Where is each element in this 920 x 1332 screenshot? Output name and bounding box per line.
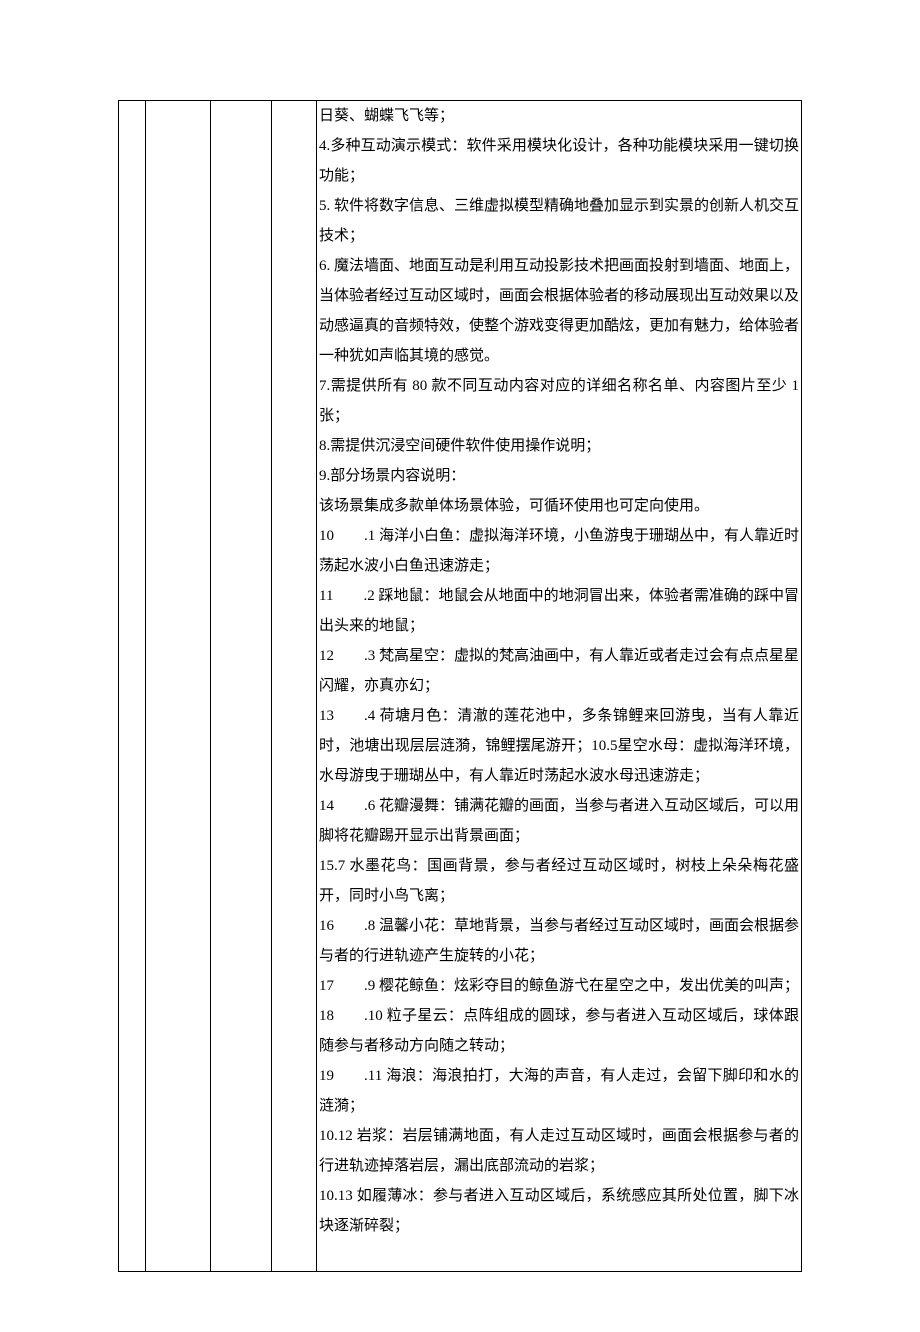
spec-line <box>319 1241 799 1271</box>
spec-line: 10.12 岩浆：岩层铺满地面，有人走过互动区域时，画面会根据参与者的行进轨迹掉… <box>319 1121 799 1181</box>
spec-line: 16 .8 温馨小花：草地背景，当参与者经过互动区域时，画面会根据参与者的行进轨… <box>319 911 799 971</box>
spec-line: 11 .2 踩地鼠：地鼠会从地面中的地洞冒出来，体验者需准确的踩中冒出头来的地鼠… <box>319 581 799 641</box>
spec-line: 日葵、蝴蝶飞飞等； <box>319 101 799 131</box>
spec-line: 该场景集成多款单体场景体验，可循环使用也可定向使用。 <box>319 491 799 521</box>
cell-name <box>146 101 211 1272</box>
table-row: 日葵、蝴蝶飞飞等； 4.多种互动演示模式：软件采用模块化设计，各种功能模块采用一… <box>119 101 802 1272</box>
spec-line: 7.需提供所有 80 款不同互动内容对应的详细名称名单、内容图片至少 1 张； <box>319 371 799 431</box>
spec-line: 12 .3 梵高星空：虚拟的梵高油画中，有人靠近或者走过会有点点星星闪耀，亦真亦… <box>319 641 799 701</box>
spec-line: 19 .11 海浪：海浪拍打，大海的声音，有人走过，会留下脚印和水的涟漪； <box>319 1061 799 1121</box>
spec-line: 4.多种互动演示模式：软件采用模块化设计，各种功能模块采用一键切换功能； <box>319 131 799 191</box>
spec-line: 17 .9 樱花鲸鱼：炫彩夺目的鲸鱼游弋在星空之中，发出优美的叫声； <box>319 971 799 1001</box>
spec-line: 5. 软件将数字信息、三维虚拟模型精确地叠加显示到实景的创新人机交互技术； <box>319 191 799 251</box>
cell-description: 日葵、蝴蝶飞飞等； 4.多种互动演示模式：软件采用模块化设计，各种功能模块采用一… <box>317 101 802 1272</box>
cell-qty <box>211 101 272 1272</box>
spec-line: 9.部分场景内容说明： <box>319 461 799 491</box>
cell-unit <box>272 101 317 1272</box>
cell-index <box>119 101 146 1272</box>
spec-line: 10 .1 海洋小白鱼：虚拟海洋环境，小鱼游曳于珊瑚丛中，有人靠近时荡起水波小白… <box>319 521 799 581</box>
spec-line: 14 .6 花瓣漫舞：铺满花瓣的画面，当参与者进入互动区域后，可以用脚将花瓣踢开… <box>319 791 799 851</box>
spec-line: 18 .10 粒子星云：点阵组成的圆球，参与者进入互动区域后，球体跟随参与者移动… <box>319 1001 799 1061</box>
spec-line: 8.需提供沉浸空间硬件软件使用操作说明； <box>319 431 799 461</box>
spec-line: 10.13 如履薄冰：参与者进入互动区域后，系统感应其所处位置，脚下冰块逐渐碎裂… <box>319 1181 799 1241</box>
spec-line: 13 .4 荷塘月色：清澈的莲花池中，多条锦鲤来回游曳，当有人靠近时，池塘出现层… <box>319 701 799 791</box>
spec-table: 日葵、蝴蝶飞飞等； 4.多种互动演示模式：软件采用模块化设计，各种功能模块采用一… <box>118 100 802 1272</box>
spec-line: 15.7 水墨花鸟：国画背景，参与者经过互动区域时，树枝上朵朵梅花盛开，同时小鸟… <box>319 851 799 911</box>
spec-line: 6. 魔法墙面、地面互动是利用互动投影技术把画面投射到墙面、地面上，当体验者经过… <box>319 251 799 371</box>
